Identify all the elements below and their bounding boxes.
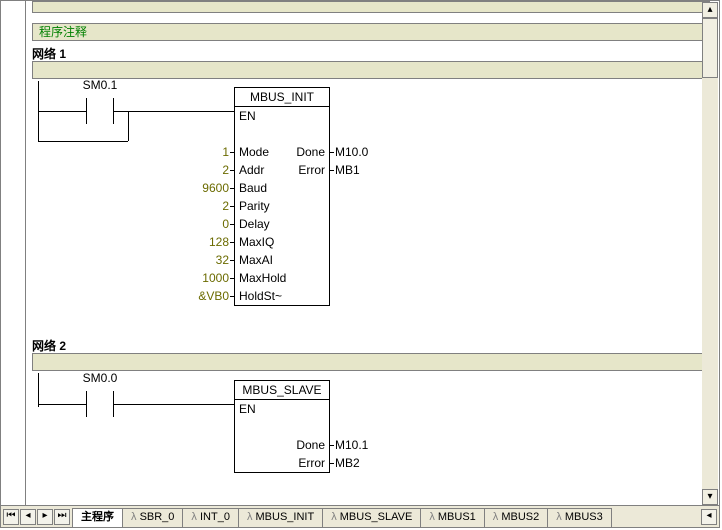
pin-en: EN [239, 402, 256, 416]
block-title: MBUS_SLAVE [235, 381, 329, 400]
network-2-comment-bar[interactable] [32, 353, 710, 371]
wire [38, 141, 128, 142]
block-mbus-slave[interactable]: MBUS_SLAVE EN Done M10.1 Error MB2 [234, 380, 330, 473]
left-gutter [1, 1, 25, 527]
wire [38, 111, 72, 112]
vertical-scrollbar[interactable]: ▴ ▾ [702, 2, 718, 505]
block-mbus-init[interactable]: MBUS_INIT EN 1 Mode Done M10.0 2 Addr Er… [234, 87, 330, 306]
contact-label: SM0.0 [72, 371, 128, 385]
scroll-down-button[interactable]: ▾ [702, 489, 718, 505]
contact-sm01[interactable]: SM0.1 [72, 96, 128, 126]
network-1-label: 网络 1 [32, 45, 66, 62]
wire [128, 111, 234, 112]
tab-nav-last-button[interactable]: ⏭ [54, 509, 70, 525]
tab-nav-buttons: ⏮ ◂ ▸ ⏭ [1, 506, 72, 527]
tab-nav-first-button[interactable]: ⏮ [3, 509, 19, 525]
contact-label: SM0.1 [72, 78, 128, 92]
tab-mbus3[interactable]: λ MBUS3 [547, 508, 611, 527]
tab-int-0[interactable]: λ INT_0 [182, 508, 239, 527]
tab-bar: ⏮ ◂ ▸ ⏭ 主程序 λ SBR_0 λ INT_0 λ MBUS_INIT … [1, 505, 719, 527]
main-frame: 程序注释 网络 1 SM0.1 MBUS_INIT EN [0, 0, 720, 528]
tab-nav-next-button[interactable]: ▸ [37, 509, 53, 525]
block-title: MBUS_INIT [235, 88, 329, 107]
scroll-thumb[interactable] [702, 18, 718, 78]
wire [128, 404, 234, 405]
wire [38, 404, 72, 405]
pin-en: EN [239, 109, 256, 123]
wire [128, 111, 129, 141]
ladder-canvas: 程序注释 网络 1 SM0.1 MBUS_INIT EN [25, 1, 718, 505]
hscroll-left-button[interactable]: ◂ [701, 509, 717, 525]
rail-left-2 [38, 373, 39, 407]
tab-nav-prev-button[interactable]: ◂ [20, 509, 36, 525]
tab-mbus-slave[interactable]: λ MBUS_SLAVE [322, 508, 421, 527]
scroll-up-button[interactable]: ▴ [702, 2, 718, 18]
tab-mbus2[interactable]: λ MBUS2 [484, 508, 548, 527]
program-comment-bar[interactable]: 程序注释 [32, 23, 710, 41]
tab-mbus1[interactable]: λ MBUS1 [420, 508, 484, 527]
contact-sm00[interactable]: SM0.0 [72, 389, 128, 419]
network-1-comment-bar[interactable] [32, 61, 710, 79]
network-2-label: 网络 2 [32, 337, 66, 354]
tabs: 主程序 λ SBR_0 λ INT_0 λ MBUS_INIT λ MBUS_S… [72, 506, 611, 527]
tab-mbus-init[interactable]: λ MBUS_INIT [238, 508, 323, 527]
tab-mainprogram[interactable]: 主程序 [72, 508, 123, 527]
title-comment-bar [32, 1, 710, 13]
tab-sbr-0[interactable]: λ SBR_0 [122, 508, 183, 527]
